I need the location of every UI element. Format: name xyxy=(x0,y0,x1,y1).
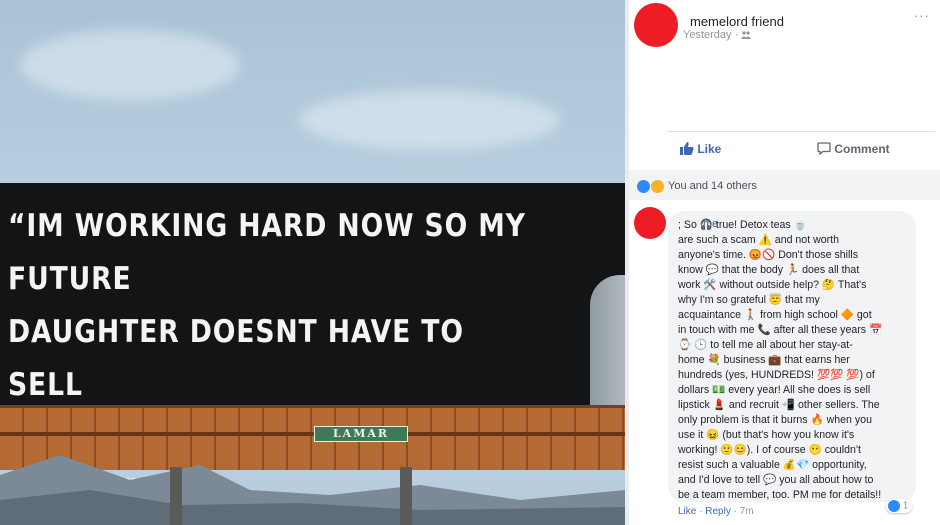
comment-line: resist such a valuable 💰💎 opportunity, xyxy=(678,459,867,471)
comment-like-count[interactable]: 1 xyxy=(886,499,913,513)
comment-line: home 💐 business 💼 that earns her xyxy=(678,354,850,366)
comment-like-link[interactable]: Like xyxy=(678,506,696,517)
comment-line: dollars 💵 every year! All she does is se… xyxy=(678,384,871,396)
comment-age[interactable]: · 7m xyxy=(734,506,754,517)
comment-line: and I'd love to tell 💬 you all about how… xyxy=(678,474,874,486)
billboard-photo: “IM WORKING HARD NOW SO MY FUTURE DAUGHT… xyxy=(0,0,625,525)
comment-line: know 💬 that the body 🏃 does all that xyxy=(678,264,860,276)
billboard-rail xyxy=(0,432,625,436)
billboard-figure xyxy=(590,275,625,405)
comment-footer: Like · Reply · 7m xyxy=(678,506,754,517)
comment-reply-link[interactable]: Reply xyxy=(705,506,731,517)
like-reaction-icon xyxy=(637,180,650,193)
comment-line: be a team member, too. PM me for details… xyxy=(678,489,882,501)
commenter-avatar[interactable] xyxy=(634,207,666,239)
comment-line: are such a scam ⚠️ and not worth xyxy=(678,234,839,246)
post-author[interactable]: memelord friend xyxy=(690,14,784,29)
author-avatar[interactable] xyxy=(634,3,678,47)
post-meta: Yesterday · xyxy=(683,29,752,41)
comment-line: working! 🙂😊). I of course 😶 couldn't xyxy=(678,444,861,456)
comment-line: work 🛠️ without outside help? 🤔 That's xyxy=(678,279,867,291)
comment-line: ; So 🎧 true! Detox teas 🍵 xyxy=(678,219,807,231)
comment-line: hundreds (yes, HUNDREDS! 💯💯 💯) of xyxy=(678,369,875,381)
separator-dot: · xyxy=(699,506,703,517)
post-timestamp[interactable]: Yesterday · xyxy=(683,29,738,41)
comment-line: lipstick 💄 and recruit 📲 other sellers. … xyxy=(678,399,880,411)
comment-line: anyone's time. 😡🚫 Don't those shills xyxy=(678,249,858,261)
comment-label: Comment xyxy=(834,142,890,156)
comment-line: ⌚ 🕒 to tell me all about her stay-at- xyxy=(678,339,853,351)
comment-line: use it 😖 (but that's how you know it's xyxy=(678,429,855,441)
like-button[interactable]: Like xyxy=(680,142,721,156)
comment-line: acquaintance 🚶 from high school 🔶 got xyxy=(678,309,872,321)
billboard-logo: LAMAR xyxy=(314,426,408,442)
mountain-silhouette xyxy=(0,455,625,525)
thumbs-up-icon xyxy=(680,142,694,155)
cloud xyxy=(20,30,240,100)
comment-like-number: 1 xyxy=(902,500,909,512)
reactions-summary[interactable]: You and 14 others xyxy=(668,180,757,192)
divider xyxy=(667,131,935,132)
friends-icon xyxy=(741,31,752,40)
comment-line: why I'm so grateful 😇 that my xyxy=(678,294,820,306)
cloud xyxy=(300,90,560,150)
like-label: Like xyxy=(697,142,722,156)
billboard-pole xyxy=(170,467,182,525)
comment-button[interactable]: Comment xyxy=(817,142,890,156)
more-options-button[interactable]: ··· xyxy=(914,8,930,23)
comment-line: only problem is that it burns 🔥 when you xyxy=(678,414,872,426)
haha-reaction-icon xyxy=(651,180,664,193)
like-badge-icon xyxy=(888,500,900,512)
comment-line: in touch with me 📞 after all these years… xyxy=(678,324,883,336)
billboard-pole xyxy=(400,467,412,525)
comment-icon xyxy=(817,142,831,156)
